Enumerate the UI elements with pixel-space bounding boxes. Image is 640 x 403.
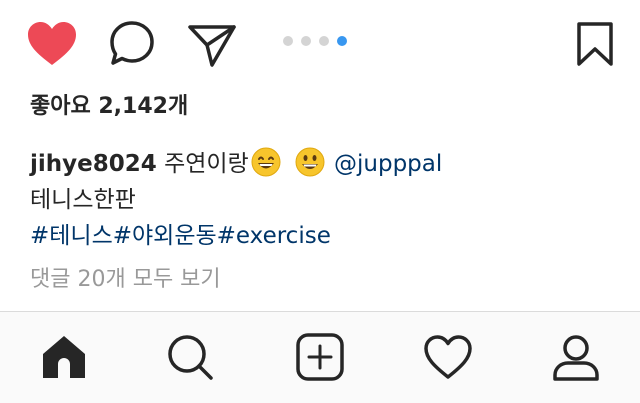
tab-home[interactable] bbox=[39, 332, 89, 382]
like-button[interactable] bbox=[26, 21, 78, 67]
grinning-face-emoji-icon bbox=[251, 147, 281, 177]
tab-search[interactable] bbox=[165, 332, 215, 382]
comment-button[interactable] bbox=[106, 19, 158, 69]
caption-line-2: 테니스한판 bbox=[30, 187, 136, 213]
carousel-indicator bbox=[283, 35, 347, 47]
smiling-face-emoji-icon bbox=[295, 147, 325, 177]
profile-icon bbox=[553, 335, 599, 381]
share-button[interactable] bbox=[186, 21, 238, 67]
view-all-comments-link[interactable]: 댓글 20개 모두 보기 bbox=[30, 265, 221, 295]
carousel-dot bbox=[319, 36, 329, 46]
tab-bar bbox=[0, 311, 640, 403]
carousel-dot bbox=[301, 36, 311, 46]
bookmark-icon bbox=[577, 22, 613, 66]
search-icon bbox=[168, 335, 213, 380]
caption: jihye8024 주연이랑 @jupppal bbox=[30, 147, 442, 179]
tab-profile[interactable] bbox=[551, 332, 601, 382]
tab-activity[interactable] bbox=[423, 332, 473, 382]
caption-text: 주연이랑 bbox=[164, 151, 249, 177]
add-post-icon bbox=[296, 333, 344, 381]
carousel-dot-active bbox=[337, 36, 347, 46]
save-button[interactable] bbox=[574, 21, 616, 67]
tab-add-post[interactable] bbox=[295, 332, 345, 382]
home-icon bbox=[43, 336, 85, 378]
heart-filled-icon bbox=[28, 22, 76, 65]
paper-plane-icon bbox=[188, 25, 236, 67]
caption-mention[interactable]: @jupppal bbox=[334, 151, 442, 177]
caption-username[interactable]: jihye8024 bbox=[30, 151, 157, 177]
caption-hashtags[interactable]: #테니스#야외운동#exercise bbox=[30, 221, 331, 251]
comment-icon bbox=[110, 21, 154, 65]
activity-heart-icon bbox=[424, 335, 472, 379]
likes-count[interactable]: 좋아요 2,142개 bbox=[30, 92, 188, 122]
carousel-dot bbox=[283, 36, 293, 46]
